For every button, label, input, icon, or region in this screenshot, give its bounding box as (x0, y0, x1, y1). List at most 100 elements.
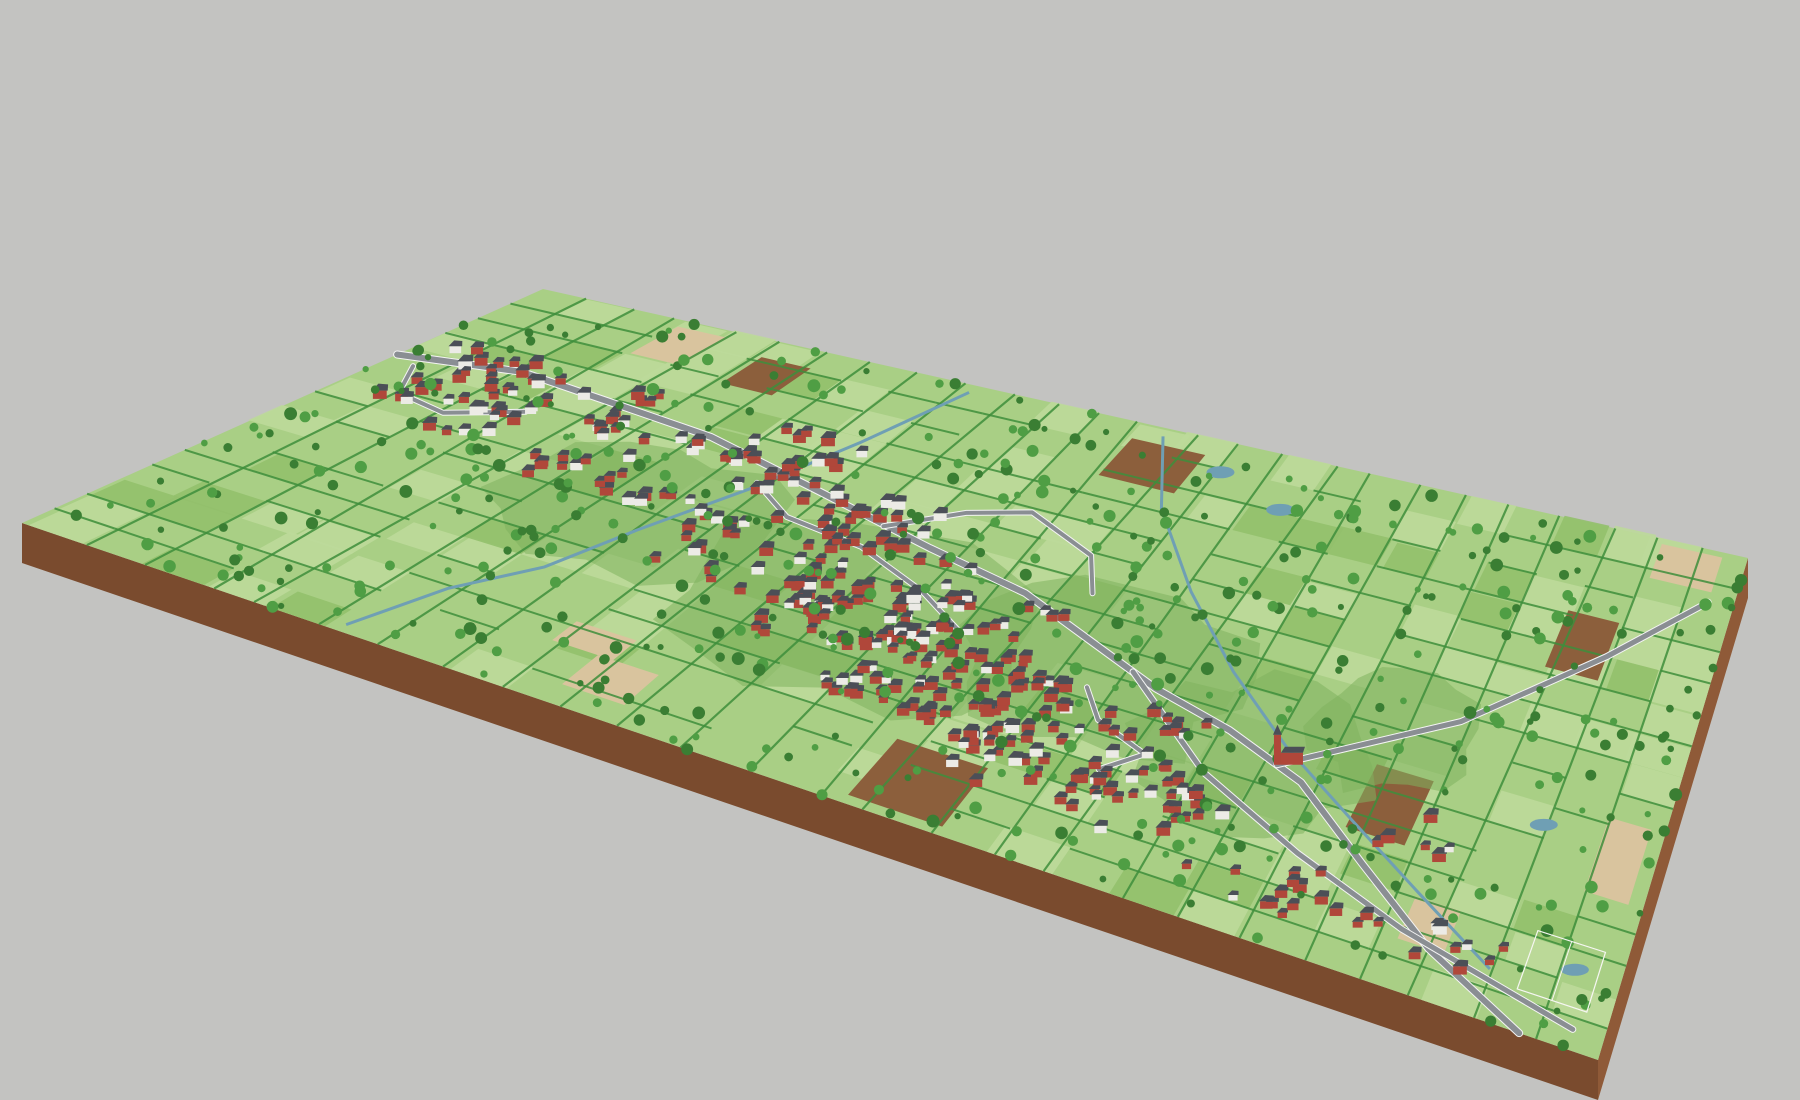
tree (571, 510, 582, 521)
tree (745, 407, 755, 416)
tree (944, 637, 956, 649)
tree (1661, 731, 1670, 740)
tree (1121, 643, 1132, 653)
tree (1011, 826, 1022, 837)
tree (600, 654, 610, 664)
tree (276, 577, 285, 586)
tree (678, 354, 690, 366)
tree (837, 385, 846, 394)
tree (807, 379, 821, 393)
tree (1325, 737, 1334, 746)
tree (721, 379, 731, 389)
tree (1425, 888, 1437, 900)
tree (327, 479, 339, 491)
tree (1390, 880, 1401, 891)
tree (1474, 887, 1487, 900)
tree (885, 808, 896, 819)
tree (1307, 584, 1317, 594)
tree (243, 565, 255, 577)
tree (752, 663, 766, 677)
tree (1316, 541, 1328, 553)
tree (1463, 706, 1477, 719)
tree (1455, 740, 1463, 748)
tree (818, 630, 828, 639)
tree (1030, 553, 1041, 564)
tree (1136, 603, 1144, 612)
tree (1227, 823, 1235, 831)
tree (1402, 605, 1412, 615)
tree (703, 511, 713, 520)
tree (1231, 637, 1242, 647)
tree (1186, 899, 1195, 908)
tree (1333, 509, 1344, 520)
tree (1530, 534, 1537, 541)
tree (1378, 951, 1387, 960)
tree (1285, 705, 1293, 713)
tree (643, 643, 650, 650)
tree (561, 331, 569, 338)
tree (1195, 763, 1208, 776)
tree (734, 624, 746, 636)
tree (912, 766, 922, 775)
tree (719, 551, 729, 561)
tree (681, 743, 694, 756)
tree (726, 483, 735, 493)
tree (947, 472, 960, 485)
tree (523, 395, 530, 402)
tree (557, 611, 568, 622)
tree (1267, 600, 1279, 612)
tree (229, 554, 241, 566)
tree (305, 517, 319, 530)
tree (1642, 830, 1653, 841)
tree (163, 559, 176, 573)
tree (963, 568, 973, 578)
tree (429, 522, 437, 530)
tree (864, 587, 877, 600)
tree (825, 567, 837, 579)
tree (1148, 762, 1158, 773)
tree (1545, 899, 1557, 911)
tree (972, 669, 980, 677)
tree (1215, 842, 1228, 856)
tree (219, 523, 228, 532)
tree (467, 428, 480, 442)
tree (354, 580, 366, 592)
tree (1183, 730, 1194, 742)
tree (1279, 553, 1289, 563)
tree (1069, 487, 1077, 494)
map-viewport[interactable] (0, 0, 1800, 1100)
tree (1238, 689, 1245, 697)
tree (1579, 807, 1586, 814)
tree (1705, 624, 1716, 635)
tree (399, 485, 413, 498)
tree (1676, 628, 1684, 637)
tree (1634, 740, 1645, 752)
tree (563, 478, 573, 488)
tree (1549, 541, 1563, 554)
tree (1400, 697, 1407, 705)
tree (524, 328, 534, 338)
tree (563, 433, 570, 441)
tree (1052, 628, 1062, 638)
tree (1290, 546, 1302, 558)
tree (416, 439, 426, 450)
tree (1085, 439, 1097, 451)
tree (1539, 1019, 1549, 1029)
tree (659, 469, 671, 481)
tree (1570, 662, 1579, 670)
tree (1038, 474, 1051, 487)
tree (1498, 532, 1510, 543)
tree (975, 547, 986, 558)
tree (1042, 713, 1051, 723)
tree (1086, 517, 1094, 525)
tree (939, 612, 950, 623)
tree (1538, 519, 1548, 528)
tree (669, 735, 678, 744)
tree (1366, 852, 1375, 862)
tree (492, 459, 506, 472)
tree (594, 323, 602, 331)
tree (1216, 728, 1225, 737)
tree (1451, 745, 1458, 752)
tree (1188, 837, 1196, 845)
tree (796, 456, 809, 469)
